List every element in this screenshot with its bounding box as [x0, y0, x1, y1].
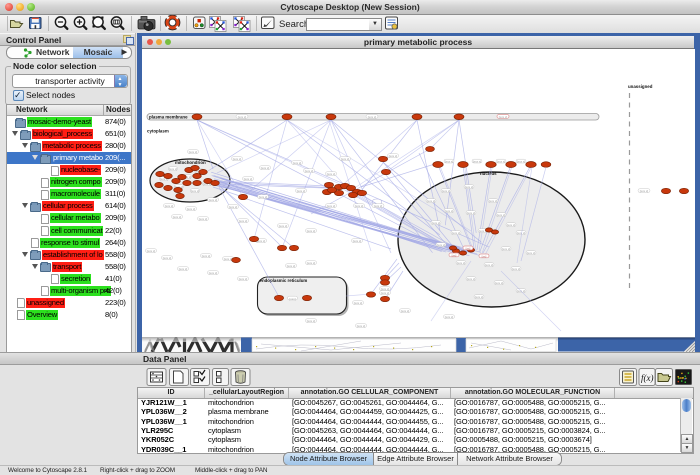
svg-text:[xxx x]: [xxx x] — [259, 195, 268, 199]
svg-text:[xxx x]: [xxx x] — [473, 160, 482, 164]
svg-text:cytoplasm: cytoplasm — [147, 129, 169, 134]
svg-text:[xxx x]: [xxx x] — [389, 154, 398, 158]
svg-text:[xxx x]: [xxx x] — [147, 249, 156, 253]
svg-text:[xxx x]: [xxx x] — [497, 213, 506, 217]
svg-text:[xxx x]: [xxx x] — [427, 199, 436, 203]
svg-text:[xxx x]: [xxx x] — [229, 205, 238, 209]
svg-text:[xxx x]: [xxx x] — [445, 315, 454, 319]
svg-text:[xxx x]: [xxx x] — [497, 160, 506, 164]
svg-text:[xxx x]: [xxx x] — [355, 204, 364, 208]
svg-text:[xxx x]: [xxx x] — [179, 267, 188, 271]
svg-text:[xxx x]: [xxx x] — [485, 263, 494, 267]
svg-text:mitochondrion: mitochondrion — [175, 160, 206, 165]
svg-text:[xxx x]: [xxx x] — [452, 231, 461, 235]
svg-text:[xxx x]: [xxx x] — [353, 239, 362, 243]
svg-text:[xxx x]: [xxx x] — [502, 247, 511, 251]
svg-text:[xxx x]: [xxx x] — [640, 189, 649, 193]
svg-text:plasma membrane: plasma membrane — [149, 115, 188, 120]
svg-text:[xxx x]: [xxx x] — [445, 209, 454, 213]
svg-text:[xxx x]: [xxx x] — [467, 277, 476, 281]
svg-text:[xxx x]: [xxx x] — [169, 167, 178, 171]
svg-text:[xxx x]: [xxx x] — [381, 291, 390, 295]
svg-text:[xxx]: [xxx] — [289, 297, 295, 301]
svg-text:nucleus: nucleus — [480, 171, 497, 176]
svg-text:[xxx x]: [xxx x] — [297, 189, 306, 193]
svg-text:[xxx x]: [xxx x] — [341, 157, 350, 161]
svg-text:[xxx x]: [xxx x] — [307, 261, 316, 265]
svg-text:[xxx x]: [xxx x] — [495, 281, 504, 285]
svg-text:[xxx x]: [xxx x] — [239, 277, 248, 281]
svg-text:[xxx x]: [xxx x] — [173, 215, 182, 219]
svg-text:[xxx x]: [xxx x] — [244, 177, 253, 181]
svg-text:[xxx x]: [xxx x] — [209, 271, 218, 275]
svg-text:[xxx x]: [xxx x] — [357, 324, 366, 328]
svg-text:[xxx x]: [xxx x] — [305, 169, 314, 173]
svg-text:[xxx x]: [xxx x] — [202, 254, 211, 258]
svg-text:[xxx x]: [xxx x] — [189, 150, 198, 154]
svg-text:[xxx x]: [xxx x] — [445, 160, 454, 164]
svg-text:[xxx x]: [xxx x] — [233, 157, 242, 161]
svg-text:[xxx x]: [xxx x] — [354, 301, 363, 305]
svg-text:[xxx x]: [xxx x] — [368, 115, 377, 119]
svg-text:[xxx x]: [xxx x] — [287, 264, 296, 268]
svg-text:[xxx x]: [xxx x] — [512, 267, 521, 271]
svg-text:[xxx x]: [xxx x] — [374, 204, 383, 208]
svg-text:[xxx x]: [xxx x] — [489, 199, 498, 203]
svg-text:[xxx x]: [xxx x] — [467, 211, 476, 215]
svg-text:[xxx x]: [xxx x] — [475, 295, 484, 299]
svg-text:[xxx x]: [xxx x] — [442, 189, 451, 193]
svg-text:[xxx x]: [xxx x] — [401, 309, 410, 313]
svg-text:[xxx x]: [xxx x] — [527, 251, 536, 255]
svg-text:[xxx x]: [xxx x] — [163, 256, 172, 260]
svg-text:[xxx x]: [xxx x] — [279, 224, 288, 228]
svg-text:[xxx x]: [xxx x] — [165, 204, 174, 208]
svg-text:[xxx x]: [xxx x] — [457, 261, 466, 265]
svg-text:[xx]: [xx] — [452, 254, 457, 258]
svg-text:[xxx x]: [xxx x] — [499, 115, 508, 119]
svg-text:[xxx x]: [xxx x] — [187, 207, 196, 211]
svg-text:[xxx x]: [xxx x] — [507, 223, 516, 227]
svg-text:[xx]: [xx] — [466, 247, 471, 251]
svg-text:[xxx x]: [xxx x] — [307, 229, 316, 233]
svg-text:[xxx x]: [xxx x] — [327, 172, 336, 176]
svg-text:[xxx x]: [xxx x] — [209, 198, 218, 202]
svg-text:[xxx x]: [xxx x] — [238, 115, 247, 119]
svg-text:[xxx x]: [xxx x] — [293, 161, 302, 165]
svg-text:[xx]: [xx] — [482, 255, 487, 259]
svg-text:[xxx x]: [xxx x] — [432, 221, 441, 225]
svg-text:[xxx x]: [xxx x] — [191, 189, 200, 193]
svg-text:endoplasmic reticulum: endoplasmic reticulum — [260, 278, 308, 283]
svg-text:[xxx x]: [xxx x] — [327, 204, 336, 208]
svg-text:[xxx x]: [xxx x] — [261, 166, 270, 170]
svg-text:[xxx x]: [xxx x] — [465, 185, 474, 189]
svg-text:unassigned: unassigned — [628, 84, 653, 89]
svg-text:[xxx x]: [xxx x] — [307, 319, 316, 323]
svg-text:[xxx x]: [xxx x] — [517, 231, 526, 235]
svg-text:[xxx x]: [xxx x] — [224, 257, 233, 261]
svg-text:[xxx x]: [xxx x] — [517, 160, 526, 164]
svg-text:[xxx x]: [xxx x] — [239, 219, 248, 223]
svg-text:[xxx x]: [xxx x] — [437, 243, 446, 247]
svg-text:[xxx x]: [xxx x] — [199, 217, 208, 221]
